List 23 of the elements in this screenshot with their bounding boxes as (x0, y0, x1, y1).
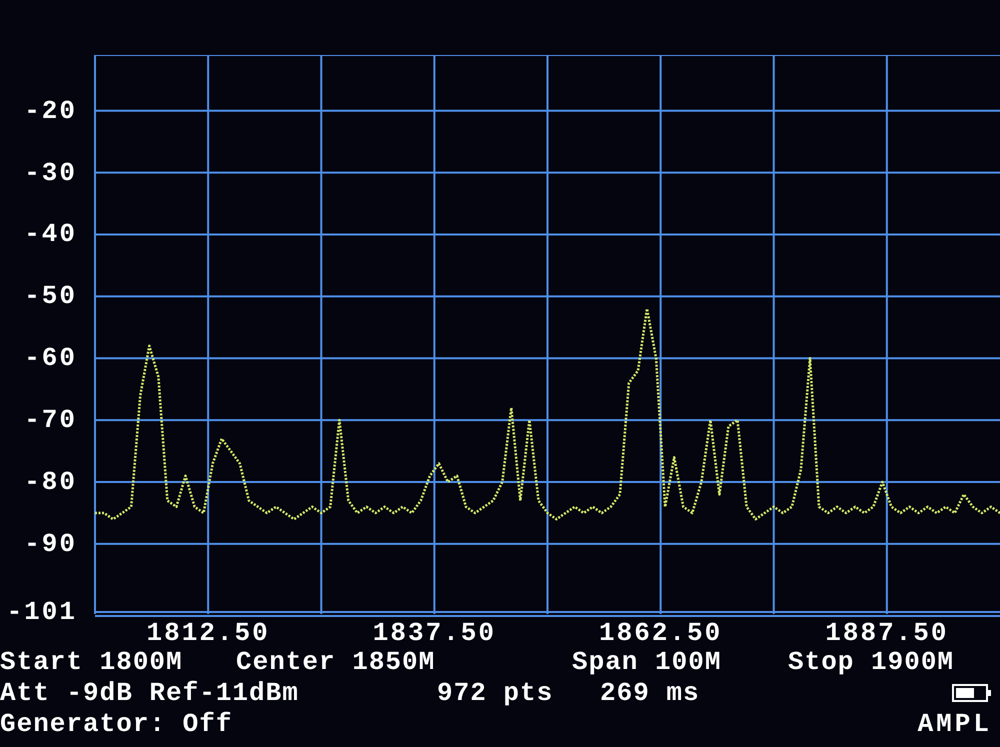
y-axis-label: -90 (24, 530, 77, 557)
x-axis-label: 1887.50 (825, 620, 948, 646)
x-axis-label: 1812.50 (146, 620, 270, 646)
status-text: Span 100M (572, 646, 722, 676)
status-text: 269 ms (600, 678, 700, 708)
battery-icon (952, 682, 992, 702)
x-axis-label: 1837.50 (372, 620, 496, 646)
y-axis-label: -60 (24, 345, 77, 372)
x-axis-label: 1862.50 (599, 620, 722, 646)
mode-label: AMPL (918, 710, 992, 736)
status-text: 972 pts (437, 678, 554, 708)
status-text: Generator: Off (0, 708, 232, 738)
y-axis-label: -20 (24, 98, 77, 124)
status-text: Stop 1900M (788, 646, 954, 676)
y-axis-label: -50 (24, 283, 77, 310)
y-axis-label: -30 (24, 160, 77, 186)
status-text: Center 1850M (236, 646, 436, 676)
y-axis-label: -70 (24, 407, 77, 434)
y-axis-label: -40 (24, 221, 77, 248)
status-text: Start 1800M (0, 646, 183, 676)
status-text: Att -9dB Ref-11dBm (0, 678, 299, 708)
y-axis-label: -80 (24, 469, 77, 496)
y-axis-label: -101 (6, 599, 77, 625)
